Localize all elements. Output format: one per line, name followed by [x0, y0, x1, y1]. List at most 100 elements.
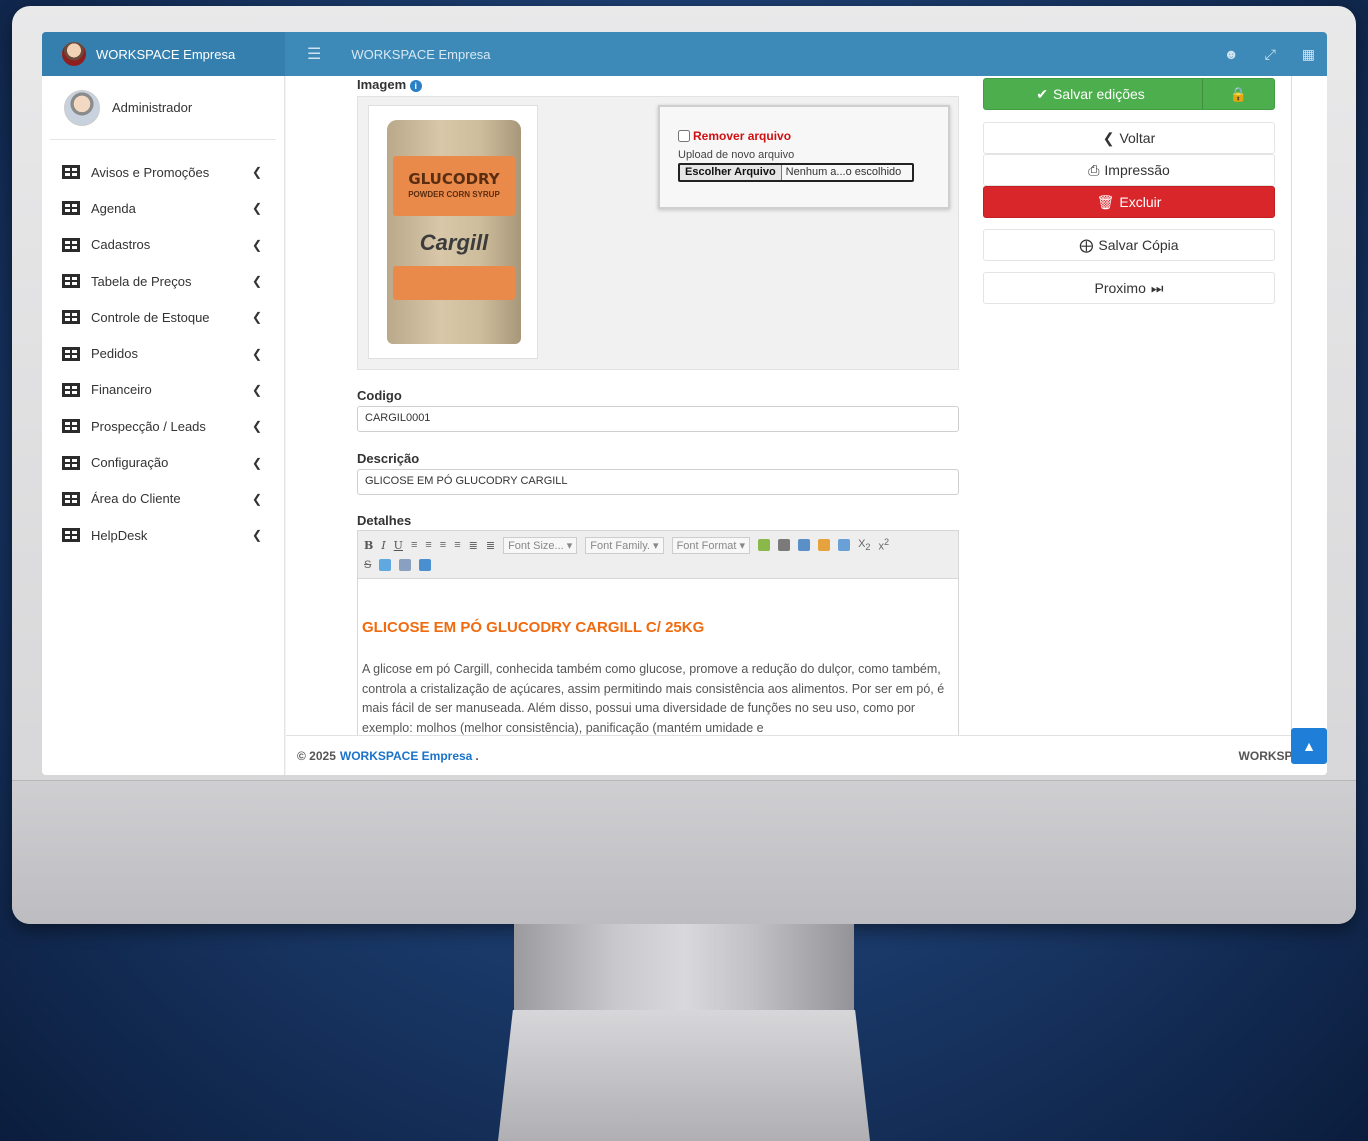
sidebar-item-agenda[interactable]: Agenda ❮ — [42, 190, 284, 226]
sidebar-item-configuracao[interactable]: Configuração ❮ — [42, 444, 284, 480]
sidebar-item-label: Agenda — [91, 200, 136, 216]
sidebar-item-avisos[interactable]: Avisos e Promoções ❮ — [42, 154, 284, 190]
main-content: Imagem i GLUCODRY POWDER CORN SYRUP Carg… — [286, 76, 1327, 735]
info-icon[interactable]: i — [409, 80, 422, 92]
table-icon — [62, 237, 80, 252]
subscript-icon[interactable]: X2 — [858, 538, 870, 552]
printer-icon: ⎙ — [1088, 161, 1100, 178]
font-size-select[interactable]: Font Size... ▾ — [503, 536, 578, 554]
table-icon — [62, 165, 80, 180]
save-main[interactable]: ✔ Salvar edições — [984, 79, 1197, 109]
product-thumbnail[interactable]: GLUCODRY POWDER CORN SYRUP Cargill — [368, 105, 538, 359]
table-insert-icon[interactable] — [419, 559, 432, 571]
font-family-select[interactable]: Font Family. ▾ — [585, 536, 664, 554]
align-left-icon[interactable]: ≡ — [411, 539, 417, 551]
table-icon — [62, 274, 80, 289]
chevron-left-icon: ❮ — [251, 310, 262, 325]
sidebar-item-cadastros[interactable]: Cadastros ❮ — [42, 227, 284, 263]
font-size-value: Font Size... — [508, 539, 564, 552]
save-copy-button[interactable]: ⨁ Salvar Cópia — [983, 229, 1275, 261]
menu-toggle-icon[interactable]: ☰ — [307, 44, 321, 64]
font-format-value: Font Format — [676, 539, 737, 552]
sack-band-lower — [393, 266, 515, 300]
source-icon[interactable] — [798, 539, 811, 551]
next-label: Proximo — [1094, 280, 1146, 296]
sidebar-item-tabela-precos[interactable]: Tabela de Preços ❮ — [42, 263, 284, 299]
back-button[interactable]: ❮ Voltar — [983, 122, 1275, 154]
sidebar-item-label: Avisos e Promoções — [91, 164, 210, 180]
delete-label: Excluir — [1119, 194, 1162, 210]
strikethrough-icon[interactable]: S — [364, 559, 371, 571]
scroll-top-button[interactable]: ▲ — [1291, 728, 1327, 764]
bold-icon[interactable]: B — [364, 539, 373, 552]
file-input[interactable]: Escolher Arquivo Nenhum a...o escolhido — [678, 163, 914, 182]
brand[interactable]: WORKSPACE Empresa — [42, 32, 285, 76]
user-name: Administrador — [112, 100, 193, 115]
sidebar: Administrador Avisos e Promoções ❮ Agenda… — [42, 76, 285, 775]
sidebar-item-label: Financeiro — [91, 382, 152, 398]
content-divider — [1291, 76, 1292, 735]
save-copy-label: Salvar Cópia — [1098, 237, 1179, 253]
sidebar-item-label: Configuração — [91, 455, 169, 471]
table-icon — [62, 310, 80, 325]
horizontal-rule-icon[interactable] — [399, 559, 412, 571]
print-label: Impressão — [1104, 162, 1170, 178]
sidebar-item-area-cliente[interactable]: Área do Cliente ❮ — [42, 481, 284, 517]
sidebar-item-helpdesk[interactable]: HelpDesk ❮ — [42, 517, 284, 553]
sidebar-item-label: Controle de Estoque — [91, 309, 210, 325]
chevron-left-icon: ❮ — [251, 528, 262, 543]
user-icon[interactable]: ☻ — [1224, 46, 1239, 63]
apps-grid-icon[interactable]: ▦ — [1302, 46, 1315, 63]
print-button[interactable]: ⎙ Impressão — [983, 154, 1275, 186]
user-panel[interactable]: Administrador — [50, 76, 276, 140]
underline-icon[interactable]: U — [394, 539, 403, 552]
editor-paragraph: A glicose em pó Cargill, conhecida també… — [362, 662, 945, 735]
sidebar-item-prospeccao[interactable]: Prospecção / Leads ❮ — [42, 408, 284, 444]
link-icon[interactable] — [778, 539, 791, 551]
sidebar-item-financeiro[interactable]: Financeiro ❮ — [42, 372, 284, 408]
save-button[interactable]: ✔ Salvar edições 🔒 — [983, 78, 1275, 110]
footer-link[interactable]: WORKSPACE Empresa — [340, 749, 472, 763]
image-icon[interactable] — [838, 539, 851, 551]
top-navbar: WORKSPACE Empresa ☰ WORKSPACE Empresa ☻ … — [42, 32, 1327, 76]
align-right-icon[interactable]: ≡ — [440, 539, 446, 551]
italic-icon[interactable]: I — [381, 539, 385, 552]
chevron-left-icon: ❮ — [251, 382, 262, 397]
save-label: Salvar edições — [1052, 86, 1145, 102]
choose-file-button[interactable]: Escolher Arquivo — [680, 165, 782, 180]
trash-icon: 🗑 — [1096, 193, 1115, 210]
sidebar-item-label: Tabela de Preços — [91, 273, 192, 289]
remove-file-checkbox[interactable] — [678, 130, 690, 142]
codigo-field[interactable]: CARGIL0001 — [357, 406, 959, 432]
color-icon[interactable] — [818, 539, 831, 551]
align-justify-icon[interactable]: ≡ — [454, 539, 460, 551]
superscript-icon[interactable]: x2 — [879, 537, 890, 553]
image-panel: GLUCODRY POWDER CORN SYRUP Cargill Remov… — [357, 96, 959, 370]
chevron-left-icon: ❮ — [1102, 129, 1115, 146]
sidebar-item-pedidos[interactable]: Pedidos ❮ — [42, 335, 284, 371]
lock-icon[interactable]: 🔒 — [1202, 79, 1274, 109]
delete-button[interactable]: 🗑 Excluir — [983, 186, 1275, 218]
fullscreen-icon[interactable]: ⤢ — [1265, 46, 1276, 63]
app-screen: WORKSPACE Empresa ☰ WORKSPACE Empresa ☻ … — [42, 32, 1327, 775]
descricao-field[interactable]: GLICOSE EM PÓ GLUCODRY CARGILL — [357, 469, 959, 495]
paint-icon[interactable] — [758, 539, 771, 551]
chevron-up-icon: ▲ — [1302, 738, 1316, 754]
sidebar-item-label: Prospecção / Leads — [91, 418, 206, 434]
remove-format-icon[interactable] — [379, 559, 392, 571]
remove-file-option[interactable]: Remover arquivo — [678, 129, 930, 143]
chevron-left-icon: ❮ — [251, 419, 262, 434]
align-center-icon[interactable]: ≡ — [425, 539, 431, 551]
rich-text-editor[interactable]: B I U ≡ ≡ ≡ ≡ ≣ ≣ Font Size... ▾ Font Fa… — [357, 530, 959, 735]
sidebar-menu: Avisos e Promoções ❮ Agenda ❮ Cadastros ❮ T… — [42, 154, 284, 553]
sidebar-item-estoque[interactable]: Controle de Estoque ❮ — [42, 299, 284, 335]
font-format-select[interactable]: Font Format ▾ — [671, 536, 751, 554]
sidebar-item-label: Pedidos — [91, 346, 138, 362]
next-button[interactable]: Proximo ⏭ — [983, 272, 1275, 304]
unordered-list-icon[interactable]: ≣ — [486, 539, 495, 552]
table-icon — [62, 491, 80, 506]
upload-box: Remover arquivo Upload de novo arquivo E… — [658, 105, 950, 209]
ordered-list-icon[interactable]: ≣ — [469, 539, 478, 552]
image-label-row: Imagem i — [357, 77, 422, 92]
editor-body[interactable]: GLICOSE EM PÓ GLUCODRY CARGILL C/ 25KG A… — [358, 579, 958, 735]
